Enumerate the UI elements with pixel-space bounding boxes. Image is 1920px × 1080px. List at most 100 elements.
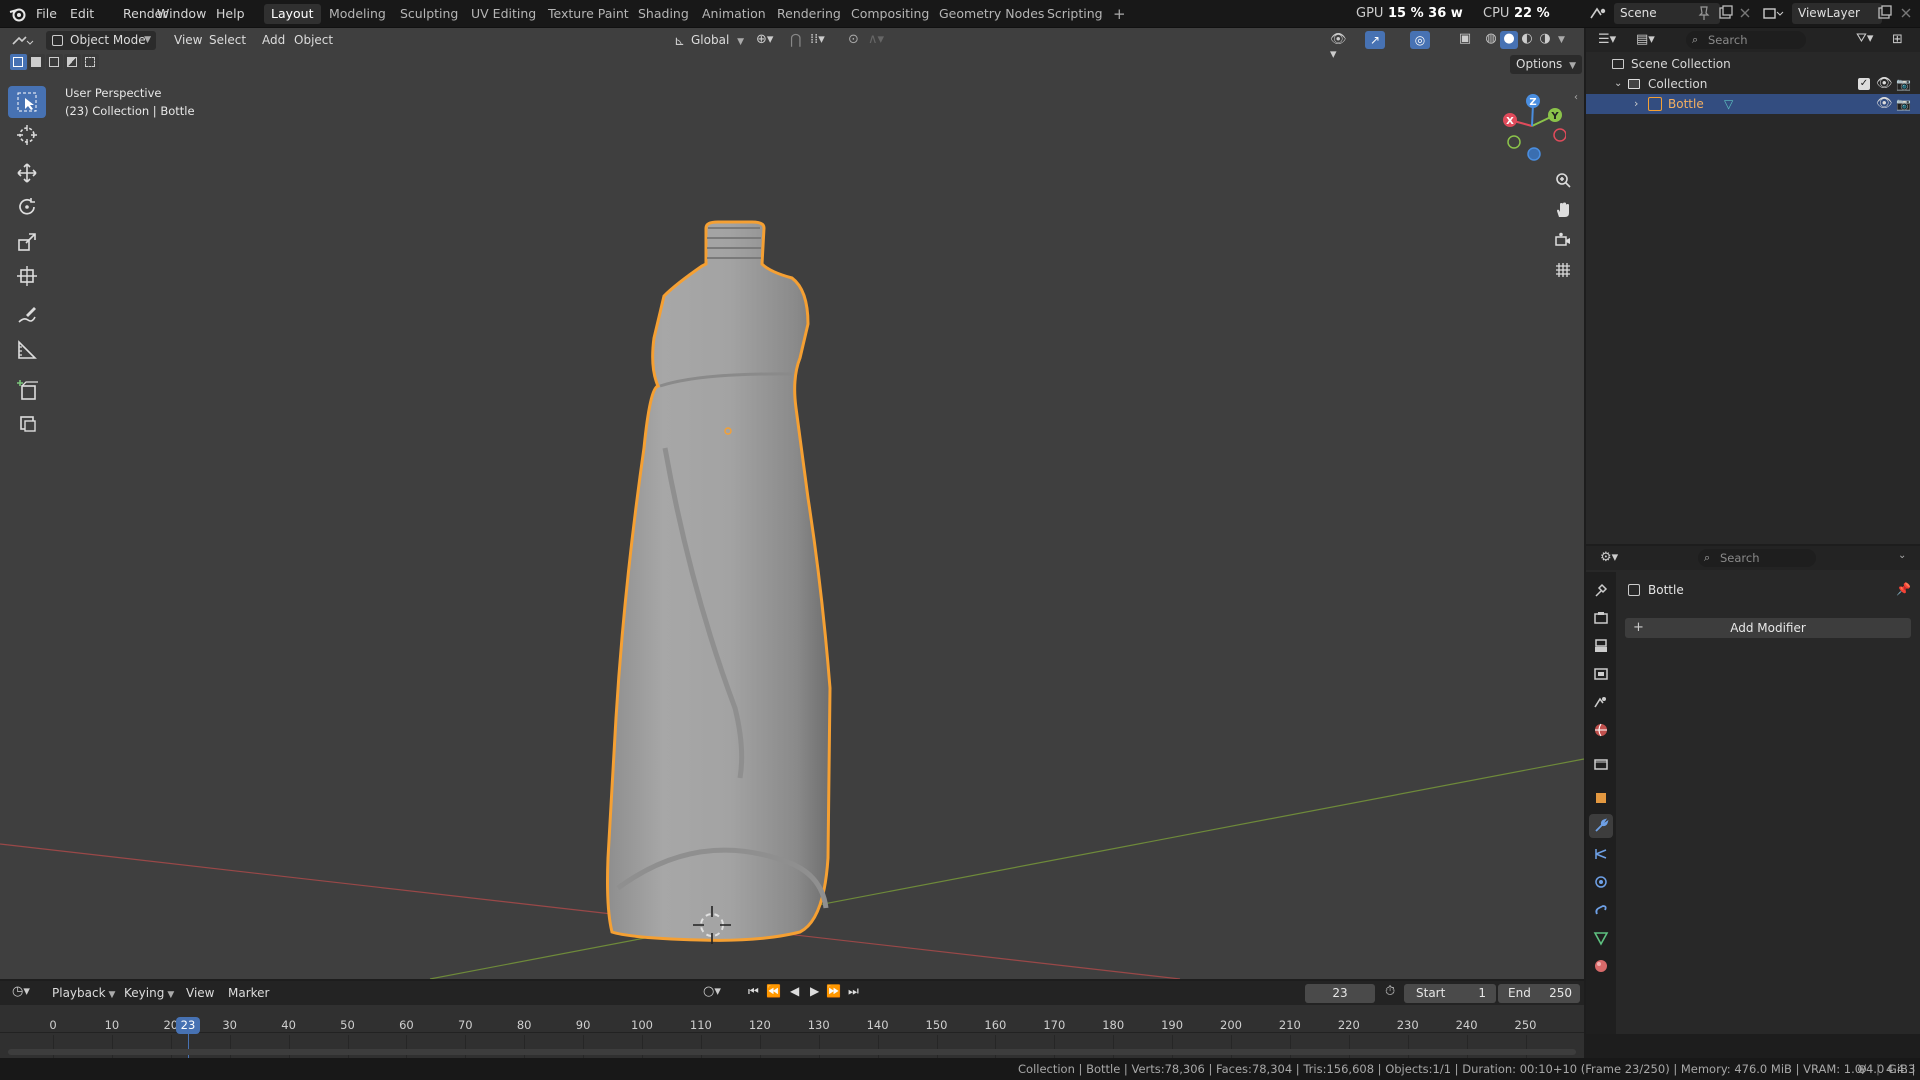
tab-geometry-nodes[interactable]: Geometry Nodes [932,4,1051,24]
select-new-icon[interactable] [10,54,27,70]
menu-object[interactable]: Object [288,31,339,50]
editor-type-icon[interactable] [10,32,34,50]
solid-shading-icon[interactable]: ● [1500,31,1518,49]
add-workspace-button[interactable]: + [1106,4,1133,24]
visibility-eye-icon[interactable]: 👁 [1876,94,1893,114]
world-tab-icon[interactable] [1589,718,1613,742]
tab-layout[interactable]: Layout [264,4,321,24]
select-box-tool[interactable] [8,86,46,118]
chevron-down-icon[interactable]: ⌄ [1898,550,1906,561]
render-camera-icon[interactable]: 📷 [1896,94,1911,114]
pivot-point-icon[interactable]: ⊕▾ [756,32,782,48]
move-tool[interactable] [8,157,46,189]
pin-icon[interactable]: 📌 [1896,582,1911,596]
view-layer-tab-icon[interactable] [1589,662,1613,686]
new-scene-icon[interactable] [1718,5,1734,21]
transform-orientation-dropdown[interactable]: ⊾ Global ▼ [669,31,750,50]
delete-view-layer-icon[interactable] [1899,5,1913,21]
ortho-grid-icon[interactable] [1550,257,1576,283]
render-camera-icon[interactable]: 📷 [1896,74,1911,94]
gizmo-toggle-icon[interactable]: ↗ [1365,31,1385,49]
navigation-gizmo[interactable]: X Y Z [1496,90,1566,165]
snap-target-icon[interactable]: ⁞⁞▾ [810,32,836,48]
new-collection-icon[interactable]: ⊞ [1892,32,1910,48]
outliner-search-input[interactable]: ⌕ Search [1686,31,1806,49]
view-layer-icon[interactable] [1762,6,1784,22]
render-tab-icon[interactable] [1589,606,1613,630]
timeline-scrollbar[interactable] [8,1049,1576,1055]
menu-edit[interactable]: Edit [68,5,96,23]
shading-options-icon[interactable]: ▼ [1558,31,1572,49]
display-mode-icon[interactable]: ▤▾ [1636,32,1662,48]
snap-icon[interactable]: ⋂ [790,32,806,48]
modifier-wrench-icon[interactable] [1589,814,1613,838]
new-view-layer-icon[interactable] [1877,5,1893,21]
wireframe-shading-icon[interactable]: ◍ [1482,31,1500,49]
select-intersect-icon[interactable] [82,54,99,70]
visibility-eye-icon[interactable]: 👁 [1876,74,1893,94]
scene-tab-icon[interactable] [1589,690,1613,714]
tab-sculpting[interactable]: Sculpting [393,4,465,24]
collapse-sidebar-icon[interactable]: ‹ [1574,92,1584,106]
physics-tab-icon[interactable] [1589,870,1613,894]
delete-scene-icon[interactable] [1738,5,1752,21]
select-subtract-icon[interactable] [46,54,63,70]
tab-shading[interactable]: Shading [631,4,696,24]
gizmo-neg-y-icon[interactable] [1507,135,1521,149]
tab-rendering[interactable]: Rendering [770,4,848,24]
add-object-tool[interactable] [8,406,46,438]
tree-row-bottle[interactable]: › Bottle ▽ 👁 📷 [1586,94,1920,114]
tab-uv-editing[interactable]: UV Editing [464,4,543,24]
view-layer-selector[interactable]: ViewLayer [1792,3,1882,24]
collection-tab-icon[interactable] [1589,752,1613,776]
data-tab-icon[interactable] [1589,926,1613,950]
bottle-mesh[interactable] [606,220,832,942]
constraints-tab-icon[interactable] [1589,898,1613,922]
tab-modeling[interactable]: Modeling [322,4,393,24]
annotate-tool[interactable] [8,300,46,332]
select-invert-icon[interactable] [64,54,81,70]
tab-animation[interactable]: Animation [695,4,773,24]
tab-texture-paint[interactable]: Texture Paint [541,4,636,24]
object-tab-icon[interactable] [1589,786,1613,810]
zoom-icon[interactable] [1550,167,1576,193]
exclude-checkbox-icon[interactable]: ✓ [1858,78,1870,90]
playhead-handle[interactable]: 23 [176,1017,200,1034]
outliner-editor-type-icon[interactable]: ☰▾ [1598,32,1624,48]
xray-toggle-icon[interactable]: ▣ [1456,31,1474,49]
gizmo-neg-z-icon[interactable] [1527,147,1541,161]
expand-chevron-icon[interactable]: › [1634,94,1638,114]
cursor-tool[interactable] [8,119,46,151]
mode-dropdown[interactable]: Object Mode ▼ [46,31,156,50]
proportional-edit-icon[interactable]: ⊙ [848,32,864,48]
select-extend-icon[interactable] [28,54,45,70]
menu-window[interactable]: Window [155,5,208,23]
menu-help[interactable]: Help [214,5,247,23]
tree-row-scene-collection[interactable]: Scene Collection [1586,54,1920,74]
tool-tab-icon[interactable] [1589,578,1613,602]
add-modifier-button[interactable]: + Add Modifier [1625,618,1911,638]
menu-file[interactable]: File [34,5,59,23]
add-cube-tool[interactable] [8,374,46,406]
transform-tool[interactable] [8,260,46,292]
falloff-icon[interactable]: ∧▾ [868,32,894,48]
material-shading-icon[interactable]: ◐ [1518,31,1536,49]
menu-select[interactable]: Select [203,31,252,50]
scale-tool[interactable] [8,226,46,258]
tab-scripting[interactable]: Scripting [1040,4,1110,24]
camera-view-icon[interactable] [1550,227,1576,253]
pin-icon[interactable] [1697,5,1711,21]
gizmo-neg-x-icon[interactable] [1553,128,1566,142]
properties-editor-type-icon[interactable]: ⚙▾ [1600,550,1626,566]
measure-tool[interactable] [8,334,46,366]
menu-add[interactable]: Add [256,31,291,50]
tree-row-collection[interactable]: ⌄ Collection ✓ 👁 📷 [1586,74,1920,94]
overlays-toggle-icon[interactable]: ◎ [1410,31,1430,49]
blender-logo-icon[interactable] [9,6,27,22]
3d-viewport[interactable]: Object Mode ▼ View Select Add Object ⊾ G… [0,28,1584,979]
expand-chevron-icon[interactable]: ⌄ [1614,74,1622,94]
options-dropdown[interactable]: Options ▼ [1510,55,1583,74]
visibility-selectability-icon[interactable]: 👁▾ [1330,32,1352,62]
output-tab-icon[interactable] [1589,634,1613,658]
particles-tab-icon[interactable] [1589,842,1613,866]
